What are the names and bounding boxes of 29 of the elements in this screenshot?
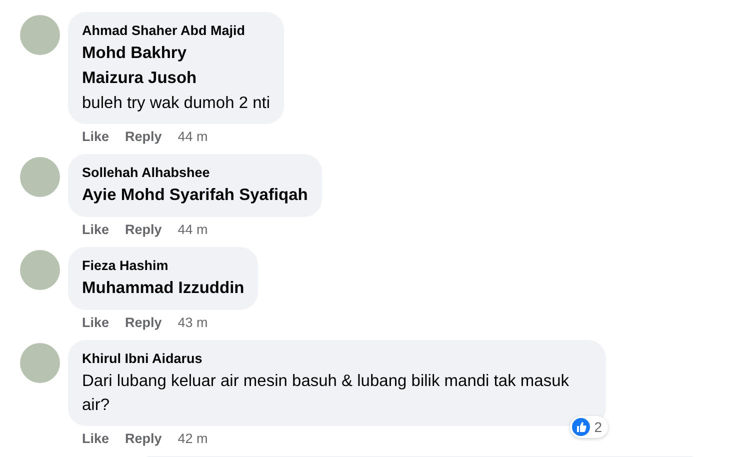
reaction-count: 2	[594, 419, 602, 435]
mention-link[interactable]: Maizura Jusoh	[82, 66, 270, 91]
author-name-link[interactable]: Ahmad Shaher Abd Majid	[82, 21, 270, 41]
reply-link[interactable]: Reply	[125, 429, 162, 449]
reply-link[interactable]: Reply	[125, 313, 162, 333]
mention-link[interactable]: Muhammad Izzuddin	[82, 276, 244, 301]
like-link[interactable]: Like	[82, 313, 110, 333]
reply-link[interactable]: Reply	[125, 220, 162, 240]
author-name-link[interactable]: Sollehah Alhabshee	[82, 163, 308, 183]
reaction-count-badge[interactable]: 2	[570, 416, 608, 438]
comment-time[interactable]: 44 m	[178, 127, 208, 147]
comment-time[interactable]: 44 m	[178, 220, 208, 240]
avatar-photo-placeholder[interactable]	[20, 250, 60, 290]
thumbs-up-icon	[572, 418, 590, 436]
mention-link[interactable]: Ayie Mohd Syarifah Syafiqah	[82, 183, 308, 208]
like-link[interactable]: Like	[82, 127, 110, 147]
avatar-photo-placeholder[interactable]	[20, 157, 60, 197]
avatar-photo-placeholder[interactable]	[20, 15, 60, 55]
like-link[interactable]: Like	[82, 429, 110, 449]
comment-text: Dari lubang keluar air mesin basuh & lubang bilik mandi tak masuk air?	[82, 371, 570, 416]
author-name-link[interactable]: Fieza Hashim	[82, 256, 244, 276]
comment-time[interactable]: 43 m	[178, 313, 208, 333]
avatar-photo-placeholder[interactable]	[20, 343, 60, 383]
author-name-link[interactable]: Khirul Ibni Aidarus	[82, 349, 592, 369]
mention-link[interactable]: Mohd Bakhry	[82, 41, 270, 66]
reply-link[interactable]: Reply	[125, 127, 162, 147]
comment-time[interactable]: 42 m	[178, 429, 208, 449]
comment-text: buleh try wak dumoh 2 nti	[82, 93, 270, 114]
like-link[interactable]: Like	[82, 220, 110, 240]
